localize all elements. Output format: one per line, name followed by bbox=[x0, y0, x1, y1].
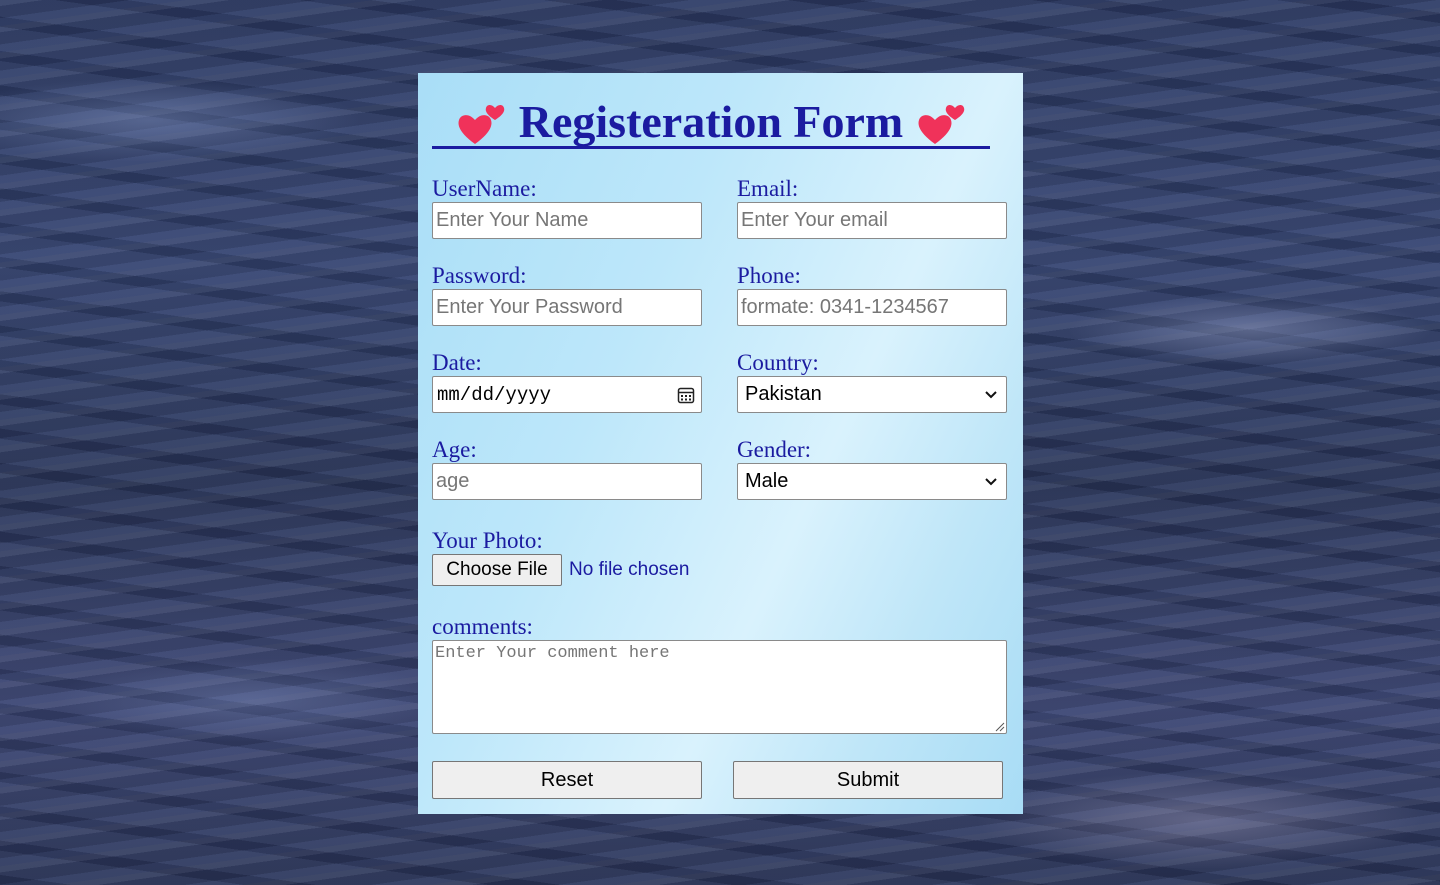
calendar-icon[interactable] bbox=[677, 386, 695, 404]
age-placeholder: age bbox=[436, 470, 470, 492]
gender-selected-value: Male bbox=[745, 470, 789, 492]
chevron-down-icon bbox=[985, 390, 997, 398]
username-label: UserName: bbox=[432, 176, 537, 201]
resize-handle-icon[interactable] bbox=[994, 721, 1005, 732]
email-input[interactable]: Enter Your email bbox=[737, 202, 1007, 239]
username-placeholder: Enter Your Name bbox=[436, 209, 589, 231]
phone-placeholder: formate: 0341-1234567 bbox=[741, 296, 949, 318]
country-selected-value: Pakistan bbox=[745, 383, 822, 405]
date-placeholder: mm/dd/yyyy bbox=[437, 383, 552, 406]
gender-select[interactable]: Male bbox=[737, 463, 1007, 500]
chevron-down-icon bbox=[985, 477, 997, 485]
age-label: Age: bbox=[432, 437, 477, 462]
reset-button[interactable]: Reset bbox=[432, 761, 702, 799]
email-placeholder: Enter Your email bbox=[741, 209, 888, 231]
date-input[interactable]: mm/dd/yyyy bbox=[432, 376, 702, 413]
password-placeholder: Enter Your Password bbox=[436, 296, 623, 318]
email-label: Email: bbox=[737, 176, 799, 201]
submit-button[interactable]: Submit bbox=[733, 761, 1003, 799]
date-label: Date: bbox=[432, 350, 482, 375]
age-input[interactable]: age bbox=[432, 463, 702, 500]
comments-textarea[interactable]: Enter Your comment here bbox=[432, 640, 1007, 734]
password-input[interactable]: Enter Your Password bbox=[432, 289, 702, 326]
password-label: Password: bbox=[432, 263, 527, 288]
two-hearts-icon bbox=[455, 98, 507, 146]
phone-label: Phone: bbox=[737, 263, 801, 288]
registration-form: Registeration Form UserName: Enter Your … bbox=[418, 73, 1023, 814]
two-hearts-icon bbox=[915, 98, 967, 146]
comments-placeholder: Enter Your comment here bbox=[435, 644, 670, 663]
country-select[interactable]: Pakistan bbox=[737, 376, 1007, 413]
choose-file-button[interactable]: Choose File bbox=[432, 554, 562, 586]
file-status-text: No file chosen bbox=[569, 559, 690, 580]
gender-label: Gender: bbox=[737, 437, 812, 462]
photo-label: Your Photo: bbox=[432, 528, 543, 553]
username-input[interactable]: Enter Your Name bbox=[432, 202, 702, 239]
comments-label: comments: bbox=[432, 614, 533, 639]
form-title-text: Registeration Form bbox=[518, 95, 904, 147]
phone-input[interactable]: formate: 0341-1234567 bbox=[737, 289, 1007, 326]
form-title: Registeration Form bbox=[432, 97, 990, 149]
country-label: Country: bbox=[737, 350, 819, 375]
